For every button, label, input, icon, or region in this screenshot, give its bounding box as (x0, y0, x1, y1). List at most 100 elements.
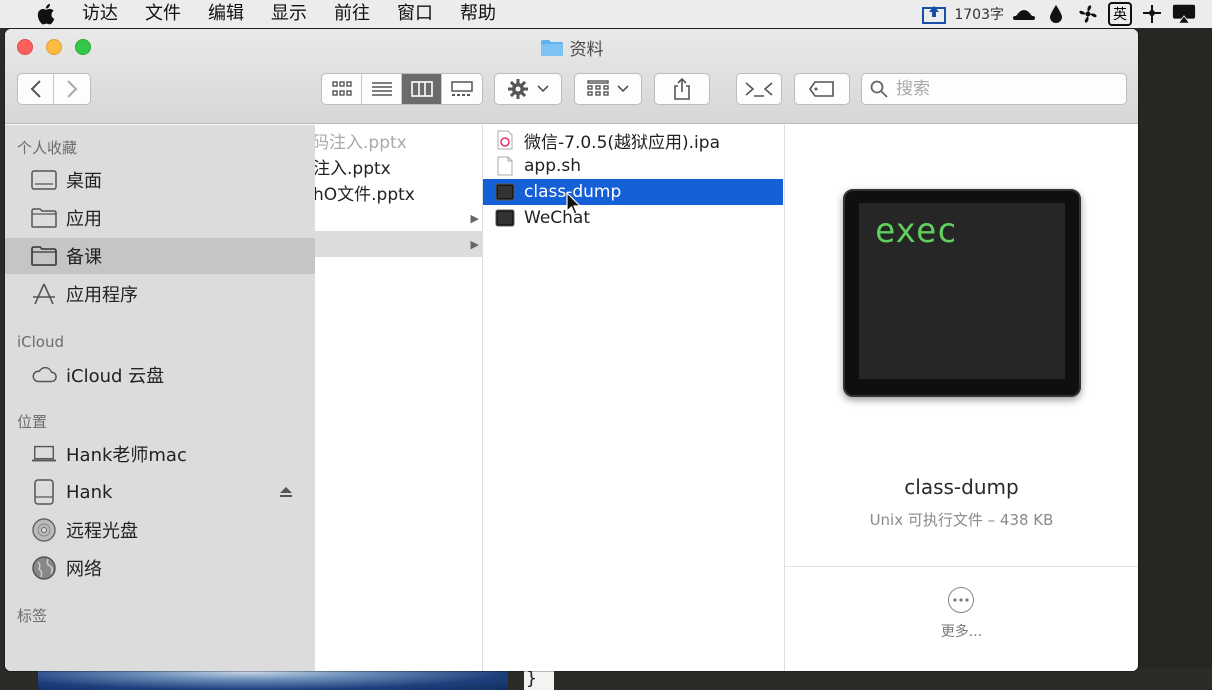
browser-column-1: 码注入.pptx 注入.pptx hO文件.pptx ▶ ▶ (315, 125, 483, 671)
folder-row[interactable]: ▶ (315, 205, 482, 231)
file-row-wechat[interactable]: WeChat (483, 205, 783, 231)
sidebar-section-icloud: iCloud (17, 333, 65, 351)
file-name: app.sh (524, 156, 582, 176)
sidebar-item-desktop[interactable]: 桌面 (5, 162, 315, 198)
sidebar-item-label: 桌面 (66, 171, 102, 192)
sidebar-item-applications[interactable]: 应用程序 (5, 276, 315, 312)
folder-row-open[interactable]: ▶ (315, 231, 482, 257)
window-title-text: 资料 (569, 40, 604, 60)
divider (785, 566, 1138, 567)
folder-icon (31, 205, 57, 231)
edit-tags-button[interactable] (794, 73, 850, 105)
cloud-icon (31, 362, 57, 388)
folder-icon (31, 243, 57, 269)
applications-icon (31, 281, 57, 307)
drop-icon[interactable] (1044, 2, 1068, 26)
document-icon (495, 156, 515, 176)
file-row-script[interactable]: app.sh (483, 153, 783, 179)
search-icon (870, 80, 888, 98)
laptop-icon (31, 441, 57, 467)
fan-icon[interactable] (1076, 2, 1100, 26)
file-row-ipa[interactable]: 微信-7.0.5(越狱应用).ipa (483, 127, 783, 153)
desktop-background-right (1138, 28, 1212, 668)
ellipsis-icon (953, 598, 969, 602)
file-name: 微信-7.0.5(越狱应用).ipa (524, 132, 720, 153)
preview-file-name: class-dump (904, 475, 1019, 499)
open-terminal-button[interactable] (736, 73, 782, 105)
more-label[interactable]: 更多... (785, 621, 1138, 641)
title-bar: 资料 (5, 29, 1138, 124)
sidebar-item-icloud-drive[interactable]: iCloud 云盘 (5, 357, 315, 393)
word-count-status[interactable]: 1703字 (954, 4, 1004, 24)
menu-go[interactable]: 前往 (334, 1, 370, 27)
input-method-indicator[interactable]: 英 (1108, 2, 1132, 26)
desktop-icon (31, 167, 57, 193)
folder-icon (540, 39, 563, 56)
sidebar-item-lessons[interactable]: 备课 (5, 238, 315, 274)
search-field[interactable] (861, 73, 1127, 105)
gallery-view-button[interactable] (442, 74, 482, 104)
sidebar-section-favorites: 个人收藏 (17, 139, 78, 157)
share-icon (674, 77, 690, 100)
tag-icon (809, 81, 834, 97)
apple-icon[interactable] (34, 2, 60, 26)
list-item[interactable]: 注入.pptx (315, 153, 481, 179)
upload-status-icon[interactable] (922, 2, 947, 26)
column-view-button[interactable] (402, 74, 442, 104)
sidebar-item-network[interactable]: 网络 (5, 550, 315, 586)
sidebar: 个人收藏 桌面 应用 备课 应用程序 iCloud iCloud 云盘 位置 H… (5, 125, 315, 671)
file-row-class-dump[interactable]: class-dump (483, 179, 783, 205)
menu-edit[interactable]: 编辑 (208, 1, 244, 27)
back-button[interactable] (18, 74, 55, 104)
disk-icon (31, 479, 57, 505)
sidebar-item-label: Hank老师mac (66, 445, 187, 466)
list-item[interactable]: hO文件.pptx (315, 179, 481, 205)
icon-view-button[interactable] (322, 74, 362, 104)
search-input[interactable] (896, 79, 1096, 99)
globe-icon (31, 555, 57, 581)
finder-window: 资料 搜索 个人收藏 桌面 应用 备课 应用程序 iCloud iCloud 云… (5, 29, 1138, 671)
chevron-down-icon (537, 85, 549, 93)
menu-window[interactable]: 窗口 (397, 1, 433, 27)
sidebar-item-label: 应用 (66, 209, 102, 230)
sidebar-item-apps-folder[interactable]: 应用 (5, 200, 315, 236)
pin-icon[interactable] (1140, 2, 1164, 26)
sidebar-item-label: iCloud 云盘 (66, 366, 165, 387)
action-menu-button[interactable] (494, 73, 562, 105)
chevron-left-icon (30, 80, 41, 98)
disclosure-arrow-icon: ▶ (470, 211, 479, 225)
executable-icon (495, 208, 515, 228)
airplay-display-icon[interactable] (1172, 2, 1196, 26)
sidebar-section-tags: 标签 (17, 607, 48, 625)
menu-help[interactable]: 帮助 (460, 1, 496, 27)
preview-pane: exec class-dump Unix 可执行文件 – 438 KB 更多..… (785, 125, 1138, 671)
sidebar-item-label: 备课 (66, 247, 102, 268)
share-button[interactable] (654, 73, 710, 105)
menu-bar: 访达 文件 编辑 显示 前往 窗口 帮助 1703字 英 (0, 0, 1212, 28)
disc-icon (31, 517, 57, 543)
gallery-icon (451, 81, 473, 96)
more-button[interactable] (948, 587, 974, 613)
terminal-screen: exec (859, 203, 1065, 379)
group-by-button[interactable] (574, 73, 642, 105)
menu-view[interactable]: 显示 (271, 1, 307, 27)
menu-finder[interactable]: 访达 (82, 1, 118, 27)
sidebar-item-label: 应用程序 (66, 285, 138, 306)
sidebar-item-label: 网络 (66, 559, 102, 580)
sidebar-item-hank-disk[interactable]: Hank (5, 474, 315, 510)
sidebar-item-computer[interactable]: Hank老师mac (5, 436, 315, 472)
sidebar-section-locations: 位置 (17, 413, 48, 431)
background-editor-text: } (524, 668, 554, 690)
menu-file[interactable]: 文件 (145, 1, 181, 27)
incognito-icon[interactable] (1012, 2, 1036, 26)
list-view-button[interactable] (362, 74, 402, 104)
list-item[interactable]: 码注入.pptx (315, 127, 480, 153)
eject-icon[interactable] (279, 482, 293, 503)
terminal-icon (745, 82, 773, 97)
group-icon (587, 80, 609, 96)
sidebar-item-remote-disc[interactable]: 远程光盘 (5, 512, 315, 548)
browser-column-2: 微信-7.0.5(越狱应用).ipa app.sh class-dump WeC… (483, 125, 785, 671)
chevron-down-icon (617, 85, 629, 93)
executable-icon (495, 182, 515, 202)
forward-button[interactable] (54, 74, 90, 104)
